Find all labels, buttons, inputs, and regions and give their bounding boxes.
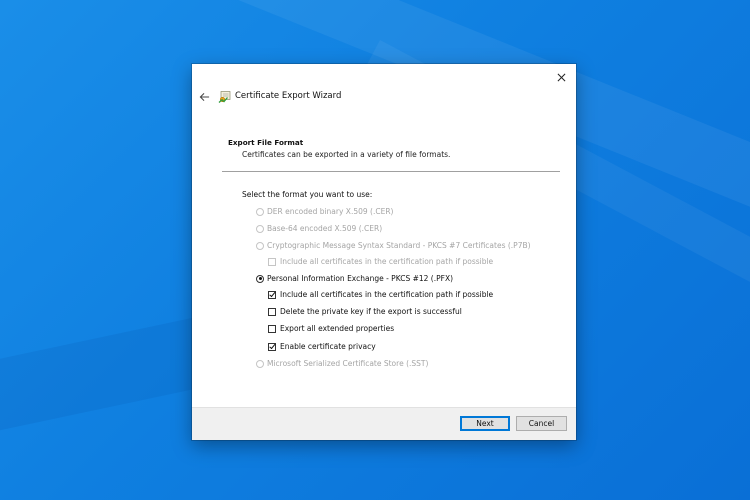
radio-base64-format[interactable]: Base-64 encoded X.509 (.CER) <box>256 224 382 233</box>
radio-button[interactable] <box>256 224 264 233</box>
back-arrow-icon <box>199 92 209 102</box>
radio-der-label: DER encoded binary X.509 (.CER) <box>267 207 394 216</box>
checkbox-pkcs7-include-all[interactable]: Include all certificates in the certific… <box>268 257 493 266</box>
header-divider <box>222 171 560 172</box>
close-button[interactable] <box>552 68 570 86</box>
back-button[interactable] <box>197 90 211 104</box>
desktop-background: Certificate Export Wizard Export File Fo… <box>0 0 750 500</box>
checkbox-export-extended-properties-label: Export all extended properties <box>280 324 395 333</box>
radio-pkcs7-label: Cryptographic Message Syntax Standard - … <box>267 241 531 250</box>
checkbox-pkcs7-include-all-label: Include all certificates in the certific… <box>280 257 494 266</box>
next-button[interactable]: Next <box>460 416 510 431</box>
checkbox[interactable] <box>268 307 276 316</box>
checkbox[interactable] <box>268 324 276 333</box>
radio-pfx-label: Personal Information Exchange - PKCS #12… <box>267 274 454 283</box>
radio-button[interactable] <box>256 241 264 250</box>
radio-base64-label: Base-64 encoded X.509 (.CER) <box>267 224 383 233</box>
checkbox[interactable] <box>268 290 276 299</box>
certificate-icon <box>218 91 231 103</box>
checkbox-enable-certificate-privacy-label: Enable certificate privacy <box>280 342 376 351</box>
radio-pfx-format[interactable]: Personal Information Exchange - PKCS #12… <box>256 274 453 283</box>
format-prompt: Select the format you want to use: <box>242 190 373 199</box>
checkbox[interactable] <box>268 257 276 266</box>
close-icon <box>557 73 565 81</box>
checkbox-pfx-include-all[interactable]: Include all certificates in the certific… <box>268 290 493 299</box>
cancel-button[interactable]: Cancel <box>516 416 567 431</box>
wizard-title: Certificate Export Wizard <box>235 91 342 101</box>
radio-der-format[interactable]: DER encoded binary X.509 (.CER) <box>256 207 393 216</box>
radio-button[interactable] <box>256 207 264 216</box>
checkbox-export-extended-properties[interactable]: Export all extended properties <box>268 324 394 333</box>
radio-pkcs7-format[interactable]: Cryptographic Message Syntax Standard - … <box>256 241 531 250</box>
checkbox-delete-private-key-label: Delete the private key if the export is … <box>280 307 462 316</box>
section-description: Certificates can be exported in a variet… <box>242 150 451 159</box>
checkbox[interactable] <box>268 342 276 351</box>
radio-button[interactable] <box>256 359 264 368</box>
checkbox-enable-certificate-privacy[interactable]: Enable certificate privacy <box>268 342 376 351</box>
wizard-footer: Next Cancel <box>192 407 576 440</box>
section-title: Export File Format <box>228 138 304 147</box>
radio-sst-format[interactable]: Microsoft Serialized Certificate Store (… <box>256 359 428 368</box>
checkbox-delete-private-key[interactable]: Delete the private key if the export is … <box>268 307 462 316</box>
checkbox-pfx-include-all-label: Include all certificates in the certific… <box>280 290 494 299</box>
radio-sst-label: Microsoft Serialized Certificate Store (… <box>267 359 429 368</box>
radio-button[interactable] <box>256 274 264 283</box>
certificate-export-wizard-dialog: Certificate Export Wizard Export File Fo… <box>192 64 576 440</box>
